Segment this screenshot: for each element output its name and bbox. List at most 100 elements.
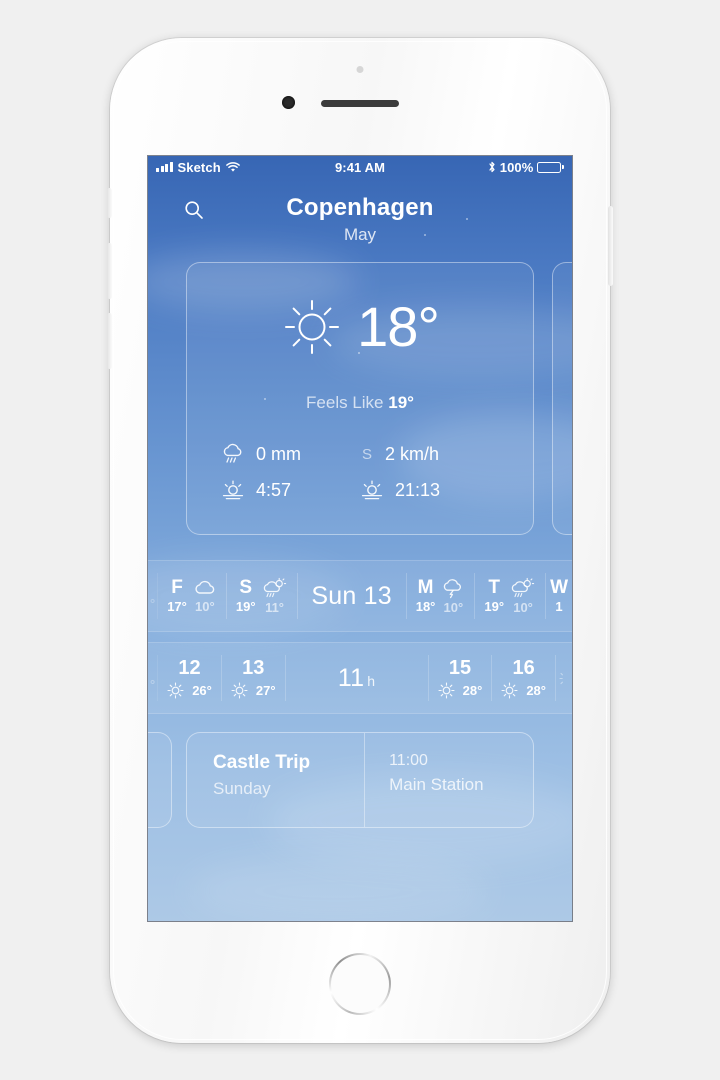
day-icon-col: 11° bbox=[262, 577, 288, 615]
day-icon-col: 10° bbox=[441, 578, 465, 615]
hour-detail: 28° bbox=[438, 682, 483, 699]
silent-switch[interactable] bbox=[107, 188, 112, 218]
feels-like-row: Feels Like 19° bbox=[187, 393, 533, 413]
cloud-icon bbox=[193, 579, 217, 597]
selected-hour-value: 11 bbox=[337, 663, 365, 692]
hour-temp: 27° bbox=[255, 683, 276, 698]
current-weather-card[interactable]: 18° Feels Like 19° 0 mm S 2 km/h 4:57 21… bbox=[186, 262, 534, 535]
day-letter: F bbox=[171, 576, 183, 598]
day-cell-partial-left[interactable]: ° bbox=[148, 573, 159, 619]
precipitation-metric: 0 mm bbox=[221, 443, 360, 465]
sun-icon bbox=[559, 670, 569, 687]
feels-like-label: Feels Like bbox=[306, 393, 384, 412]
sun-icon bbox=[501, 682, 518, 699]
proximity-sensor bbox=[356, 66, 364, 73]
hour-cell-13[interactable]: 13 27° bbox=[222, 655, 286, 701]
current-temperature: 18° bbox=[357, 295, 440, 358]
sun-rain-icon bbox=[510, 577, 536, 598]
day-label-col: M 18° bbox=[415, 576, 436, 615]
day-high-temp: 19° bbox=[484, 599, 505, 615]
day-letter: W bbox=[550, 576, 568, 598]
event-card-right: 11:00 Main Station bbox=[364, 733, 533, 827]
hour-temp: 26° bbox=[192, 683, 212, 698]
sunrise-icon bbox=[221, 479, 245, 501]
hourly-forecast-strip[interactable]: ° 12 26° 13 27° 11 h 15 28° 16 28° bbox=[148, 642, 572, 714]
day-high-temp: 19° bbox=[235, 599, 256, 615]
hour-detail: 26° bbox=[167, 682, 212, 699]
previous-event-card-peek[interactable] bbox=[148, 732, 172, 828]
day-label-col: T 19° bbox=[484, 576, 505, 615]
selected-hour-label: 11 h bbox=[286, 664, 428, 693]
day-cell-monday[interactable]: M 18° 10° bbox=[405, 573, 476, 619]
event-card-left: Castle Trip Sunday bbox=[187, 733, 364, 827]
event-card[interactable]: Castle Trip Sunday 11:00 Main Station bbox=[186, 732, 534, 828]
hour-detail: 27° bbox=[231, 682, 276, 699]
volume-up-button[interactable] bbox=[107, 243, 112, 299]
hour-cell-partial-left[interactable]: ° bbox=[148, 655, 159, 701]
day-icon-col: 10° bbox=[193, 579, 217, 614]
wind-metric: S 2 km/h bbox=[360, 443, 499, 465]
day-high-temp: 1 bbox=[555, 599, 563, 615]
home-button[interactable] bbox=[329, 953, 391, 1015]
power-button[interactable] bbox=[608, 206, 613, 286]
volume-down-button[interactable] bbox=[107, 313, 112, 369]
hour-cell-partial-right[interactable] bbox=[556, 655, 572, 701]
day-letter: T bbox=[488, 576, 501, 598]
day-icon-col: 10° bbox=[510, 577, 536, 615]
app-header: Copenhagen May bbox=[148, 178, 572, 250]
status-bar: Sketch 9:41 AM 100% bbox=[148, 156, 572, 178]
event-day: Sunday bbox=[213, 779, 271, 798]
wind-direction-label: S bbox=[361, 445, 372, 463]
sunset-time: 21:13 bbox=[395, 479, 441, 500]
hour-label: 13 bbox=[242, 657, 265, 679]
hour-detail: 28° bbox=[501, 682, 546, 699]
hour-partial-icon-col bbox=[559, 670, 569, 687]
day-cell-tuesday[interactable]: T 19° 10° bbox=[475, 573, 547, 619]
sunset-metric: 21:13 bbox=[360, 479, 499, 501]
hour-temp: 28° bbox=[462, 683, 483, 698]
daily-forecast-strip[interactable]: ° F 17° 10° S 19° 11° Sun 13 M 18° 10° T… bbox=[148, 560, 572, 632]
rain-cloud-icon bbox=[221, 443, 245, 465]
day-label-col: W 1 bbox=[550, 576, 568, 615]
month-label: May bbox=[343, 225, 377, 244]
selected-hour-unit: h bbox=[367, 672, 376, 689]
page-title: Copenhagen bbox=[286, 194, 434, 221]
current-conditions-section: 18° Feels Like 19° 0 mm S 2 km/h 4:57 21… bbox=[148, 250, 572, 540]
day-cell-saturday[interactable]: S 19° 11° bbox=[227, 573, 298, 619]
day-cell-friday[interactable]: F 17° 10° bbox=[158, 573, 227, 619]
event-location: Main Station bbox=[389, 775, 484, 794]
hour-col: 16 28° bbox=[501, 657, 546, 699]
hour-label: 15 bbox=[448, 657, 472, 679]
day-high-temp: 17° bbox=[167, 599, 187, 615]
search-icon[interactable] bbox=[184, 200, 204, 220]
selected-day-label: Sun 13 bbox=[311, 581, 392, 610]
feels-like-value: 19° bbox=[388, 393, 414, 412]
day-low-temp: 10° bbox=[513, 599, 533, 615]
status-bar-right: 100% bbox=[488, 160, 564, 175]
hour-label: 16 bbox=[512, 657, 535, 679]
bluetooth-icon bbox=[488, 161, 496, 173]
hour-cell-15[interactable]: 15 28° bbox=[427, 655, 493, 701]
hour-partial-col: ° bbox=[150, 677, 156, 693]
precipitation-value: 0 mm bbox=[256, 443, 301, 464]
event-section: Castle Trip Sunday 11:00 Main Station bbox=[148, 732, 572, 832]
metrics-row-top: 0 mm S 2 km/h bbox=[221, 443, 499, 465]
earpiece-speaker bbox=[321, 100, 399, 107]
day-letter: M bbox=[417, 576, 434, 598]
thunderstorm-icon bbox=[441, 578, 465, 598]
hour-cell-16[interactable]: 16 28° bbox=[492, 655, 556, 701]
hour-cell-12[interactable]: 12 26° bbox=[158, 655, 222, 701]
next-day-card-peek[interactable] bbox=[552, 262, 572, 535]
hour-col: 15 28° bbox=[438, 657, 483, 699]
temperature-row: 18° bbox=[187, 291, 533, 363]
event-time: 11:00 bbox=[389, 752, 428, 769]
day-low-temp: 10° bbox=[443, 599, 464, 615]
day-letter: S bbox=[239, 576, 253, 598]
day-high-temp: 18° bbox=[415, 599, 436, 615]
phone-screen: Sketch 9:41 AM 100% Copenhagen May 18° F… bbox=[148, 156, 572, 921]
metrics-grid: 0 mm S 2 km/h 4:57 21:13 bbox=[187, 443, 533, 501]
day-cell-wednesday-partial[interactable]: W 1 bbox=[546, 573, 572, 619]
day-low-temp: 11° bbox=[265, 599, 285, 615]
sun-icon bbox=[231, 682, 248, 699]
wind-speed-value: 2 km/h bbox=[385, 443, 440, 464]
